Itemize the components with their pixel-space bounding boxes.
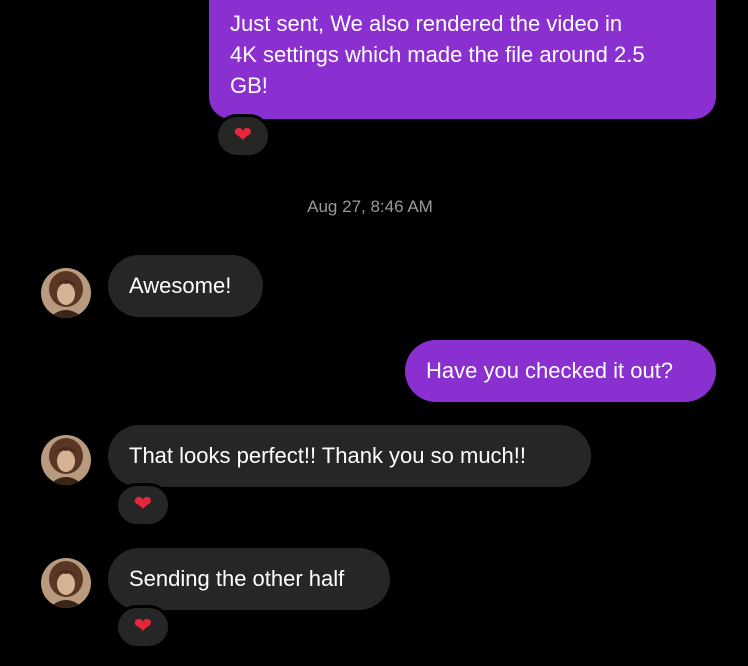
contact-avatar[interactable]: [41, 435, 91, 485]
contact-avatar[interactable]: [41, 268, 91, 318]
heart-reaction[interactable]: ❤: [115, 483, 171, 527]
heart-icon: ❤: [133, 492, 153, 517]
message-timestamp: Aug 27, 8:46 AM: [307, 197, 433, 216]
message-text: Sending the other half: [129, 566, 345, 591]
heart-reaction[interactable]: ❤: [215, 114, 271, 158]
message-text-line: Just sent, We also rendered the video in: [230, 11, 623, 36]
avatar-portrait-icon: [41, 435, 91, 485]
received-message-bubble[interactable]: Awesome!: [108, 255, 263, 317]
heart-icon: ❤: [133, 614, 153, 639]
contact-avatar[interactable]: [41, 558, 91, 608]
heart-reaction[interactable]: ❤: [115, 605, 171, 649]
message-text: Awesome!: [129, 273, 232, 298]
avatar-portrait-icon: [41, 558, 91, 608]
message-text-line: 4K settings which made the file around 2…: [230, 42, 645, 67]
message-text-line: GB!: [230, 73, 268, 98]
sent-message-bubble[interactable]: Just sent, We also rendered the video in…: [209, 0, 716, 119]
message-text: That looks perfect!! Thank you so much!!: [129, 443, 527, 468]
heart-icon: ❤: [233, 123, 253, 148]
avatar-portrait-icon: [41, 268, 91, 318]
received-message-bubble[interactable]: Sending the other half: [108, 548, 390, 610]
sent-message-bubble[interactable]: Have you checked it out?: [405, 340, 716, 402]
message-text: Have you checked it out?: [426, 358, 674, 383]
received-message-bubble[interactable]: That looks perfect!! Thank you so much!!: [108, 425, 591, 487]
